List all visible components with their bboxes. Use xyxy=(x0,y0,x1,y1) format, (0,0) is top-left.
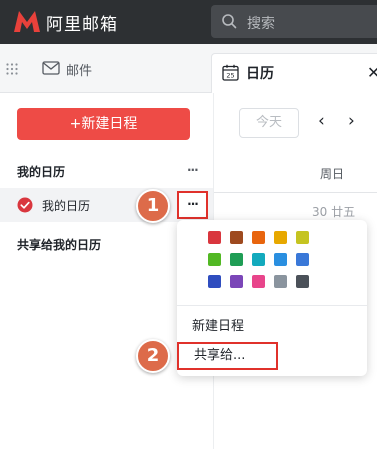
brand-name: 阿里邮箱 xyxy=(46,15,118,35)
top-header: 阿里邮箱 搜索 xyxy=(0,0,377,44)
next-week-icon[interactable]: › xyxy=(348,111,355,131)
calendar-icon-day: 25 xyxy=(226,72,234,80)
tab-mail-label: 邮件 xyxy=(66,64,93,79)
apps-grid-icon[interactable] xyxy=(6,63,18,75)
mail-icon xyxy=(42,61,60,75)
day-cell-date: 30 廿五 xyxy=(312,205,356,219)
weekday-header: 周日 xyxy=(320,167,345,181)
search-input[interactable]: 搜索 xyxy=(211,5,377,38)
color-swatch[interactable] xyxy=(296,253,309,266)
color-swatch[interactable] xyxy=(296,275,309,288)
calendar-options-menu: 新建日程 共享给... xyxy=(177,220,367,376)
color-swatch[interactable] xyxy=(230,275,243,288)
my-calendar-item-label: 我的日历 xyxy=(42,199,91,213)
color-swatch[interactable] xyxy=(230,253,243,266)
color-swatch[interactable] xyxy=(296,231,309,244)
color-swatch[interactable] xyxy=(252,253,265,266)
step-badge-2: 2 xyxy=(136,339,170,373)
color-swatch[interactable] xyxy=(274,231,287,244)
color-swatch[interactable] xyxy=(252,231,265,244)
my-calendars-title: 我的日历 xyxy=(17,165,66,179)
header-divider xyxy=(214,192,377,193)
checked-circle-icon[interactable] xyxy=(17,197,33,213)
new-event-button[interactable]: +新建日程 xyxy=(17,108,190,140)
tab-mail[interactable]: 邮件 xyxy=(30,44,150,93)
tab-calendar-label: 日历 xyxy=(246,66,274,82)
step-badge-1: 1 xyxy=(136,189,170,223)
tab-calendar[interactable]: 25 日历 ✕ xyxy=(211,53,377,93)
color-swatch[interactable] xyxy=(230,231,243,244)
today-button[interactable]: 今天 xyxy=(239,108,299,138)
color-swatch[interactable] xyxy=(208,231,221,244)
menu-item-share[interactable]: 共享给... xyxy=(177,342,278,370)
search-placeholder: 搜索 xyxy=(247,16,275,32)
color-swatch[interactable] xyxy=(252,275,265,288)
color-swatch[interactable] xyxy=(274,253,287,266)
menu-item-new-event[interactable]: 新建日程 xyxy=(192,315,244,334)
app-window: 阿里邮箱 搜索 邮件 25 日历 ✕ +新建日程 我的日历 ··· 我的日历 ·… xyxy=(0,0,377,449)
color-swatch[interactable] xyxy=(208,275,221,288)
my-calendars-more-button[interactable]: ··· xyxy=(187,163,199,177)
shared-calendars-title: 共享给我的日历 xyxy=(17,238,102,252)
search-icon xyxy=(222,14,237,29)
tab-bar: 邮件 25 日历 ✕ xyxy=(0,44,377,93)
menu-divider xyxy=(177,305,367,306)
close-tab-icon[interactable]: ✕ xyxy=(367,63,377,82)
calendar-item-more-button[interactable]: ··· xyxy=(177,191,208,219)
color-swatch[interactable] xyxy=(208,253,221,266)
prev-week-icon[interactable]: ‹ xyxy=(318,111,325,131)
logo-icon xyxy=(14,11,40,32)
color-swatch[interactable] xyxy=(274,275,287,288)
calendar-icon: 25 xyxy=(222,64,239,81)
